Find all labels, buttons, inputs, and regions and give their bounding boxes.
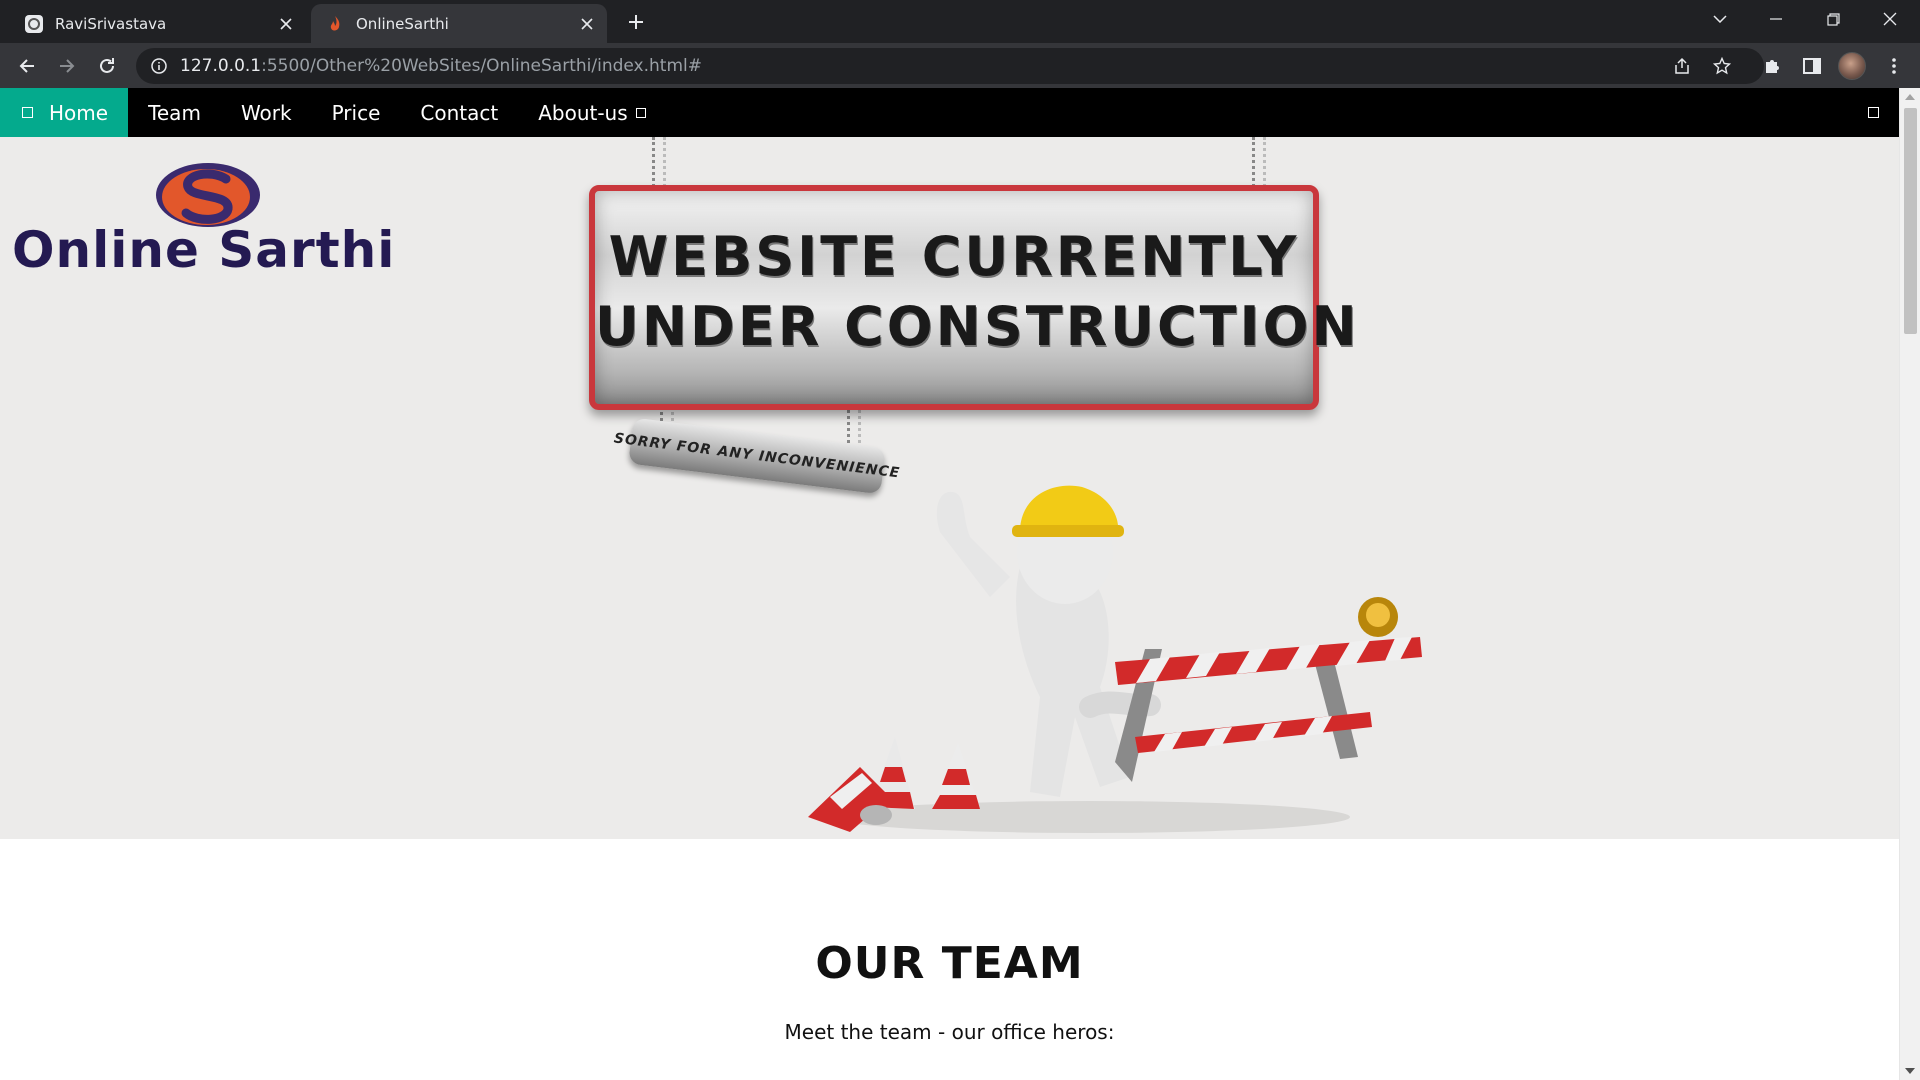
more-menu-icon[interactable] xyxy=(1877,49,1911,83)
new-tab-icon[interactable] xyxy=(622,8,650,36)
extensions-puzzle-icon[interactable] xyxy=(1755,49,1789,83)
nav-home-link[interactable]: Home xyxy=(0,88,129,137)
dropdown-glyph-icon xyxy=(635,107,646,118)
page-favicon-icon xyxy=(25,14,43,33)
url-text: 127.0.0.1:5500/Other%20WebSites/OnlineSa… xyxy=(180,56,702,76)
reload-icon[interactable] xyxy=(90,49,124,83)
worker-figure xyxy=(936,485,1161,797)
site-logo[interactable]: Online Sarthi xyxy=(10,157,440,279)
address-bar[interactable]: 127.0.0.1:5500/Other%20WebSites/OnlineSa… xyxy=(136,48,1764,84)
tab-strip: RaviSrivastava OnlineSarthi xyxy=(0,0,1920,43)
tab-ravisrivastava[interactable]: RaviSrivastava xyxy=(10,4,306,43)
nav-price-link[interactable]: Price xyxy=(312,88,401,137)
sign-line-2: UNDER CONSTRUCTION xyxy=(595,295,1360,358)
barrier-icon xyxy=(1115,597,1422,782)
restore-icon[interactable] xyxy=(1805,0,1861,38)
browser-toolbar: 127.0.0.1:5500/Other%20WebSites/OnlineSa… xyxy=(0,43,1920,88)
team-section-subtitle: Meet the team - our office heros: xyxy=(784,1020,1115,1044)
scrollbar-thumb[interactable] xyxy=(1904,108,1917,334)
bookmark-star-icon[interactable] xyxy=(1704,48,1740,84)
nav-home-label: Home xyxy=(49,100,109,125)
close-tab-icon[interactable] xyxy=(274,12,298,36)
site-nav: Home Team Work Price Contact About-us xyxy=(0,88,1899,137)
close-tab-icon[interactable] xyxy=(575,12,599,36)
menu-toggle-icon[interactable] xyxy=(1868,107,1879,118)
back-arrow-icon[interactable] xyxy=(10,49,44,83)
page-viewport: Home Team Work Price Contact About-us On… xyxy=(0,88,1920,1080)
logo-text: Online Sarthi xyxy=(12,221,396,279)
nav-about-label: About-us xyxy=(538,100,628,125)
under-construction-sign: WEBSITE CURRENTLY UNDER CONSTRUCTION xyxy=(589,185,1360,410)
sign-line-1: WEBSITE CURRENTLY xyxy=(608,225,1300,288)
url-path: :5500/Other%20WebSites/OnlineSarthi/inde… xyxy=(261,56,702,76)
url-host: 127.0.0.1 xyxy=(180,56,262,76)
nav-contact-link[interactable]: Contact xyxy=(400,88,518,137)
team-section-title: OUR TEAM xyxy=(815,938,1084,989)
tab-search-chevron-icon[interactable] xyxy=(1692,0,1748,38)
tab-onlinesarthi[interactable]: OnlineSarthi xyxy=(311,4,607,43)
construction-worker-illustration xyxy=(808,485,1422,833)
nav-work-link[interactable]: Work xyxy=(221,88,312,137)
close-window-icon[interactable] xyxy=(1862,0,1918,38)
scroll-down-icon[interactable] xyxy=(1905,1068,1915,1074)
share-icon[interactable] xyxy=(1664,48,1700,84)
page-scrollbar[interactable] xyxy=(1899,88,1920,1080)
scroll-up-icon[interactable] xyxy=(1905,94,1915,100)
side-panel-icon[interactable] xyxy=(1795,49,1829,83)
nav-about-link[interactable]: About-us xyxy=(518,88,665,137)
site-info-icon[interactable] xyxy=(150,57,168,75)
home-glyph-icon xyxy=(22,107,33,118)
minimize-icon[interactable] xyxy=(1748,0,1804,38)
tab-title: OnlineSarthi xyxy=(356,14,449,33)
flame-favicon-icon xyxy=(330,15,340,31)
profile-avatar[interactable] xyxy=(1838,52,1866,80)
hero-banner: Online Sarthi WEBSITE CURRENTLY UNDER CO… xyxy=(0,137,1899,839)
forward-arrow-icon[interactable] xyxy=(50,49,84,83)
nav-team-link[interactable]: Team xyxy=(128,88,221,137)
tab-title: RaviSrivastava xyxy=(55,14,167,33)
